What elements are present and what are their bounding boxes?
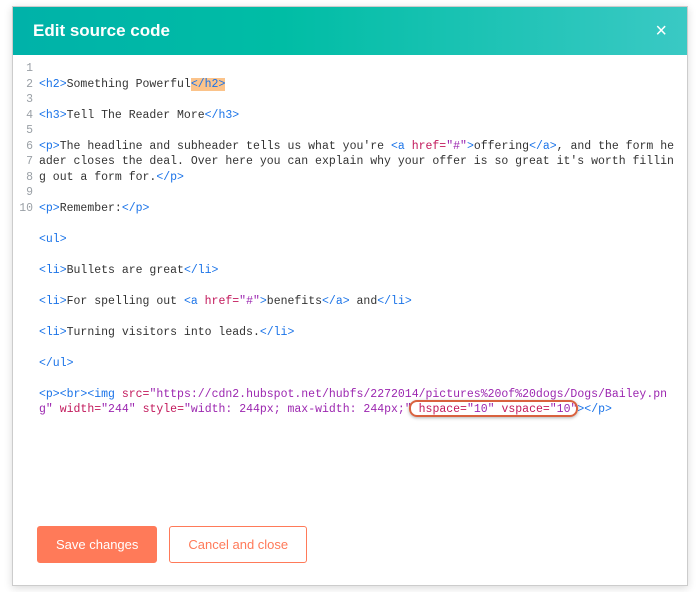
code-line[interactable]: <h2>Something Powerful</h2> (39, 77, 677, 93)
selection-highlight: </h2> (191, 78, 226, 91)
code-line[interactable]: </ul> (39, 356, 677, 372)
code-line[interactable]: <ul> (39, 232, 677, 248)
cancel-button[interactable]: Cancel and close (169, 526, 307, 563)
modal-title: Edit source code (33, 21, 170, 41)
code-line[interactable]: <h3>Tell The Reader More</h3> (39, 108, 677, 124)
code-line[interactable]: <li>Bullets are great</li> (39, 263, 677, 279)
line-number-gutter: 1 2 3 4 5 6 7 8 9 10 (13, 61, 39, 510)
code-line[interactable]: <li>For spelling out <a href="#">benefit… (39, 294, 677, 310)
code-line[interactable]: <p><br><img src="https://cdn2.hubspot.ne… (39, 387, 677, 418)
code-line[interactable]: <p>Remember:</p> (39, 201, 677, 217)
code-line[interactable]: <p>The headline and subheader tells us w… (39, 139, 677, 186)
modal-footer: Save changes Cancel and close (13, 510, 687, 585)
modal-header: Edit source code × (13, 7, 687, 55)
save-button[interactable]: Save changes (37, 526, 157, 563)
code-content[interactable]: <h2>Something Powerful</h2> <h3>Tell The… (39, 61, 687, 510)
code-editor[interactable]: 1 2 3 4 5 6 7 8 9 10 <h2>Something Power… (13, 55, 687, 510)
close-icon[interactable]: × (655, 21, 667, 41)
code-line[interactable]: <li>Turning visitors into leads.</li> (39, 325, 677, 341)
edit-source-modal: Edit source code × 1 2 3 4 5 6 7 8 9 10 … (12, 6, 688, 586)
